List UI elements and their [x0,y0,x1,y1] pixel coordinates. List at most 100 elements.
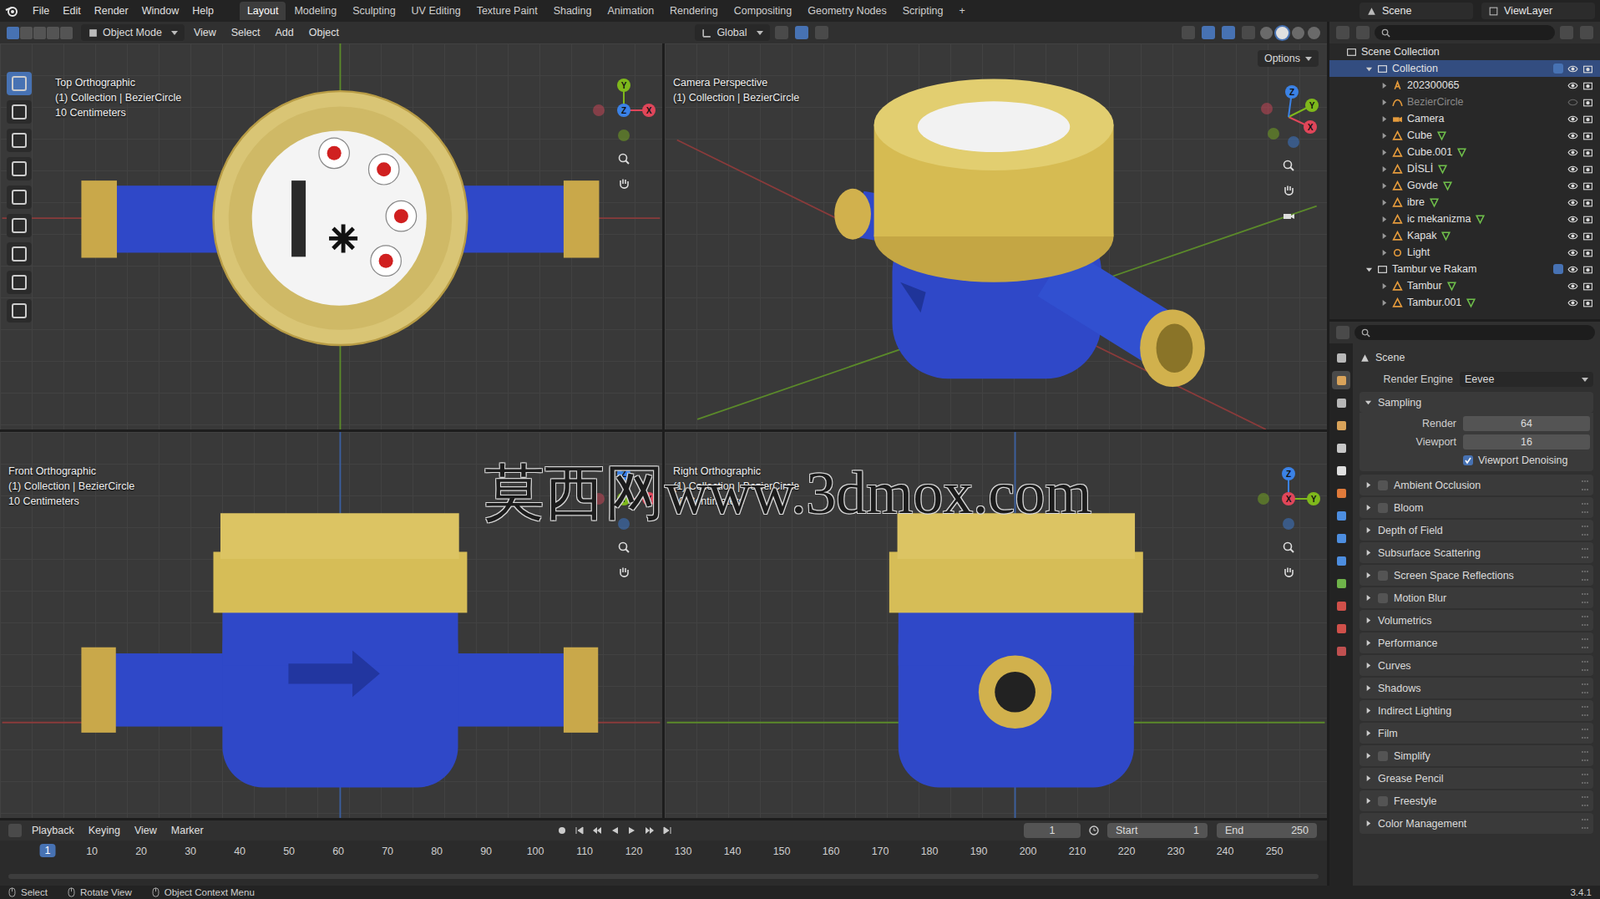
panel-header[interactable]: Grease Pencil [1359,767,1594,789]
menu-item[interactable]: Window [136,2,185,20]
properties-tab[interactable] [1331,393,1351,412]
mesh-data-icon[interactable] [1474,213,1486,225]
shading-mode-button[interactable] [1275,26,1289,40]
panel-checkbox[interactable] [1377,480,1388,491]
zoom-icon[interactable] [1278,536,1299,557]
properties-tab[interactable] [1331,573,1351,593]
editor-type-icon[interactable] [8,823,22,837]
expand-arrow-icon[interactable] [1380,98,1388,107]
display-mode-icon[interactable] [1356,25,1370,40]
viewport-menu[interactable]: Object [303,24,345,41]
viewport-menu[interactable]: Select [225,24,267,41]
visibility-eye-icon[interactable] [1567,80,1579,92]
properties-tab[interactable] [1331,551,1351,570]
drag-handle-icon[interactable] [1581,660,1589,671]
axis-gizmo-icon[interactable]: XYZ [1255,83,1322,151]
number-field[interactable]: 64 [1463,415,1590,431]
timeline-menu[interactable]: View [128,821,163,839]
tool-button[interactable] [6,128,32,152]
editor-type-icon[interactable] [1336,25,1350,40]
drag-handle-icon[interactable] [1581,818,1589,829]
gizmo-icon[interactable] [1201,25,1216,40]
new-collection-icon[interactable] [1579,25,1594,40]
zoom-icon[interactable] [613,148,634,169]
panel-header[interactable]: Subsurface Scattering [1359,541,1594,563]
viewport-menu[interactable]: View [187,24,223,41]
menu-item[interactable]: Edit [56,2,87,20]
panel-header[interactable]: Performance [1359,632,1594,654]
mesh-data-icon[interactable] [1428,197,1440,208]
panel-header[interactable]: Volumetrics [1359,609,1594,631]
pan-hand-icon[interactable] [1278,562,1299,583]
snap-icon[interactable] [794,25,809,40]
panel-header[interactable]: Shadows [1359,677,1594,699]
render-camera-icon[interactable] [1582,180,1594,192]
workspace-tab[interactable]: Modeling [286,1,345,21]
outliner-row[interactable]: DİSLİ [1329,160,1600,178]
shading-mode-button[interactable] [1291,26,1305,40]
tool-button[interactable] [6,298,32,323]
mesh-data-icon[interactable] [1456,146,1468,158]
visibility-eye-icon[interactable] [1567,96,1579,108]
collapse-arrow-icon[interactable] [1365,65,1373,73]
pan-hand-icon[interactable] [613,173,634,194]
properties-tab[interactable] [1331,528,1351,547]
xray-icon[interactable] [1241,25,1256,40]
panel-header[interactable]: Indirect Lighting [1359,699,1594,721]
mesh-data-icon[interactable] [1446,280,1458,292]
axis-gizmo-icon[interactable]: XYZ [1255,465,1322,532]
drag-handle-icon[interactable] [1581,705,1589,716]
tool-button[interactable] [6,156,32,181]
denoise-checkbox[interactable]: Viewport Denoising [1463,454,1568,466]
panel-header[interactable]: Sampling [1359,391,1594,413]
properties-tab[interactable] [1331,438,1351,457]
properties-tab[interactable] [1331,460,1351,480]
render-camera-icon[interactable] [1582,247,1594,259]
proportional-icon[interactable] [815,25,829,40]
mesh-data-icon[interactable] [1437,163,1449,175]
panel-header[interactable]: Film [1359,722,1594,744]
clock-icon[interactable] [1088,824,1100,836]
play-reverse-icon[interactable] [608,824,621,836]
tool-button[interactable] [6,185,32,209]
start-frame-field[interactable]: Start1 [1107,822,1208,838]
visibility-icon[interactable] [1181,25,1195,40]
render-camera-icon[interactable] [1582,146,1594,158]
workspace-tab[interactable]: Animation [600,1,663,21]
outliner-row[interactable]: Kapak [1329,227,1600,244]
workspace-tab[interactable]: Texture Paint [469,1,546,21]
mesh-data-icon[interactable] [1436,130,1448,142]
pan-hand-icon[interactable] [613,562,634,583]
select-mode-button[interactable] [20,26,33,40]
render-camera-icon[interactable] [1582,280,1594,292]
render-camera-icon[interactable] [1582,213,1594,225]
outliner-row[interactable]: BezierCircle [1329,93,1600,111]
tool-button[interactable] [6,71,32,96]
render-engine-dropdown[interactable]: Eevee [1459,371,1594,387]
collection-checkbox[interactable] [1553,63,1564,74]
workspace-tab[interactable]: Scripting [895,1,952,21]
properties-tab[interactable] [1331,506,1351,525]
drag-handle-icon[interactable] [1581,637,1589,649]
properties-tab[interactable] [1331,483,1351,502]
viewport[interactable]: Front Orthographic(1) Collection | Bezie… [0,431,663,818]
visibility-eye-icon[interactable] [1567,197,1579,208]
render-camera-icon[interactable] [1582,113,1594,125]
viewport[interactable]: Right Orthographic(1) Collection | Bezie… [664,431,1327,818]
panel-header[interactable]: Motion Blur [1359,587,1594,608]
viewport-menu[interactable]: Add [269,24,300,41]
tool-button[interactable] [6,100,32,124]
visibility-eye-icon[interactable] [1567,180,1579,192]
camera-view-icon[interactable] [1278,205,1299,226]
mode-dropdown[interactable]: Object Mode [81,24,185,41]
drag-handle-icon[interactable] [1581,728,1589,739]
panel-checkbox[interactable] [1377,795,1388,806]
overlay-icon[interactable] [1221,25,1236,40]
pivot-icon[interactable] [774,25,789,40]
zoom-icon[interactable] [613,536,634,557]
render-camera-icon[interactable] [1582,297,1594,309]
outliner-row[interactable]: Collection [1329,60,1600,77]
panel-checkbox[interactable] [1377,570,1388,581]
current-frame-marker[interactable]: 1 [40,843,56,857]
properties-tab[interactable] [1331,370,1351,390]
